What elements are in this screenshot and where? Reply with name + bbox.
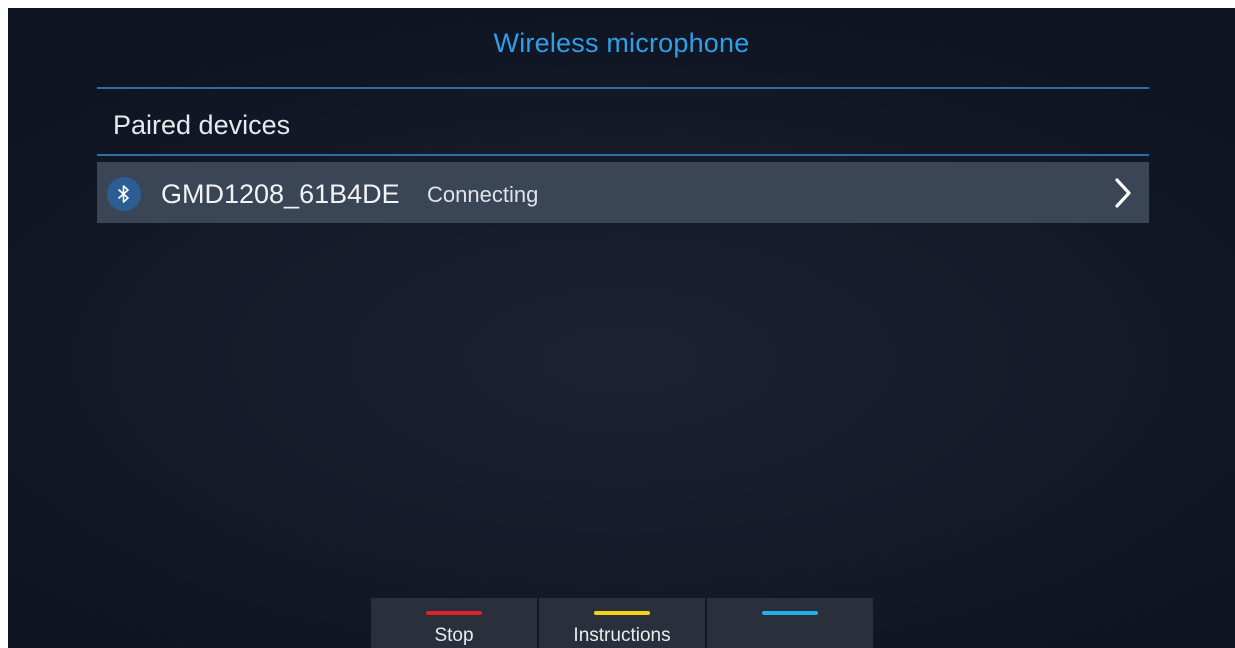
- page-title: Wireless microphone: [493, 28, 750, 58]
- header-divider: [97, 87, 1149, 89]
- bluetooth-icon: [107, 177, 141, 211]
- screen: Wireless microphone Paired devices GMD12…: [8, 8, 1235, 648]
- softkey-bar: Stop Instructions: [371, 598, 875, 648]
- instructions-button[interactable]: Instructions: [539, 598, 705, 648]
- chevron-right-icon: [1115, 178, 1131, 208]
- bluetooth-glyph: [118, 185, 129, 203]
- device-status: Connecting: [427, 182, 539, 207]
- blue-key-indicator: [762, 611, 818, 615]
- device-name: GMD1208_61B4DE: [161, 179, 400, 209]
- red-key-indicator: [426, 611, 482, 615]
- device-list-item[interactable]: GMD1208_61B4DE Connecting: [97, 162, 1149, 223]
- blue-key-button[interactable]: [707, 598, 873, 648]
- stop-button-label: Stop: [434, 625, 474, 646]
- section-heading: Paired devices: [113, 110, 291, 140]
- yellow-key-indicator: [594, 611, 650, 615]
- stop-button[interactable]: Stop: [371, 598, 537, 648]
- instructions-button-label: Instructions: [573, 625, 671, 646]
- section-divider: [97, 154, 1149, 156]
